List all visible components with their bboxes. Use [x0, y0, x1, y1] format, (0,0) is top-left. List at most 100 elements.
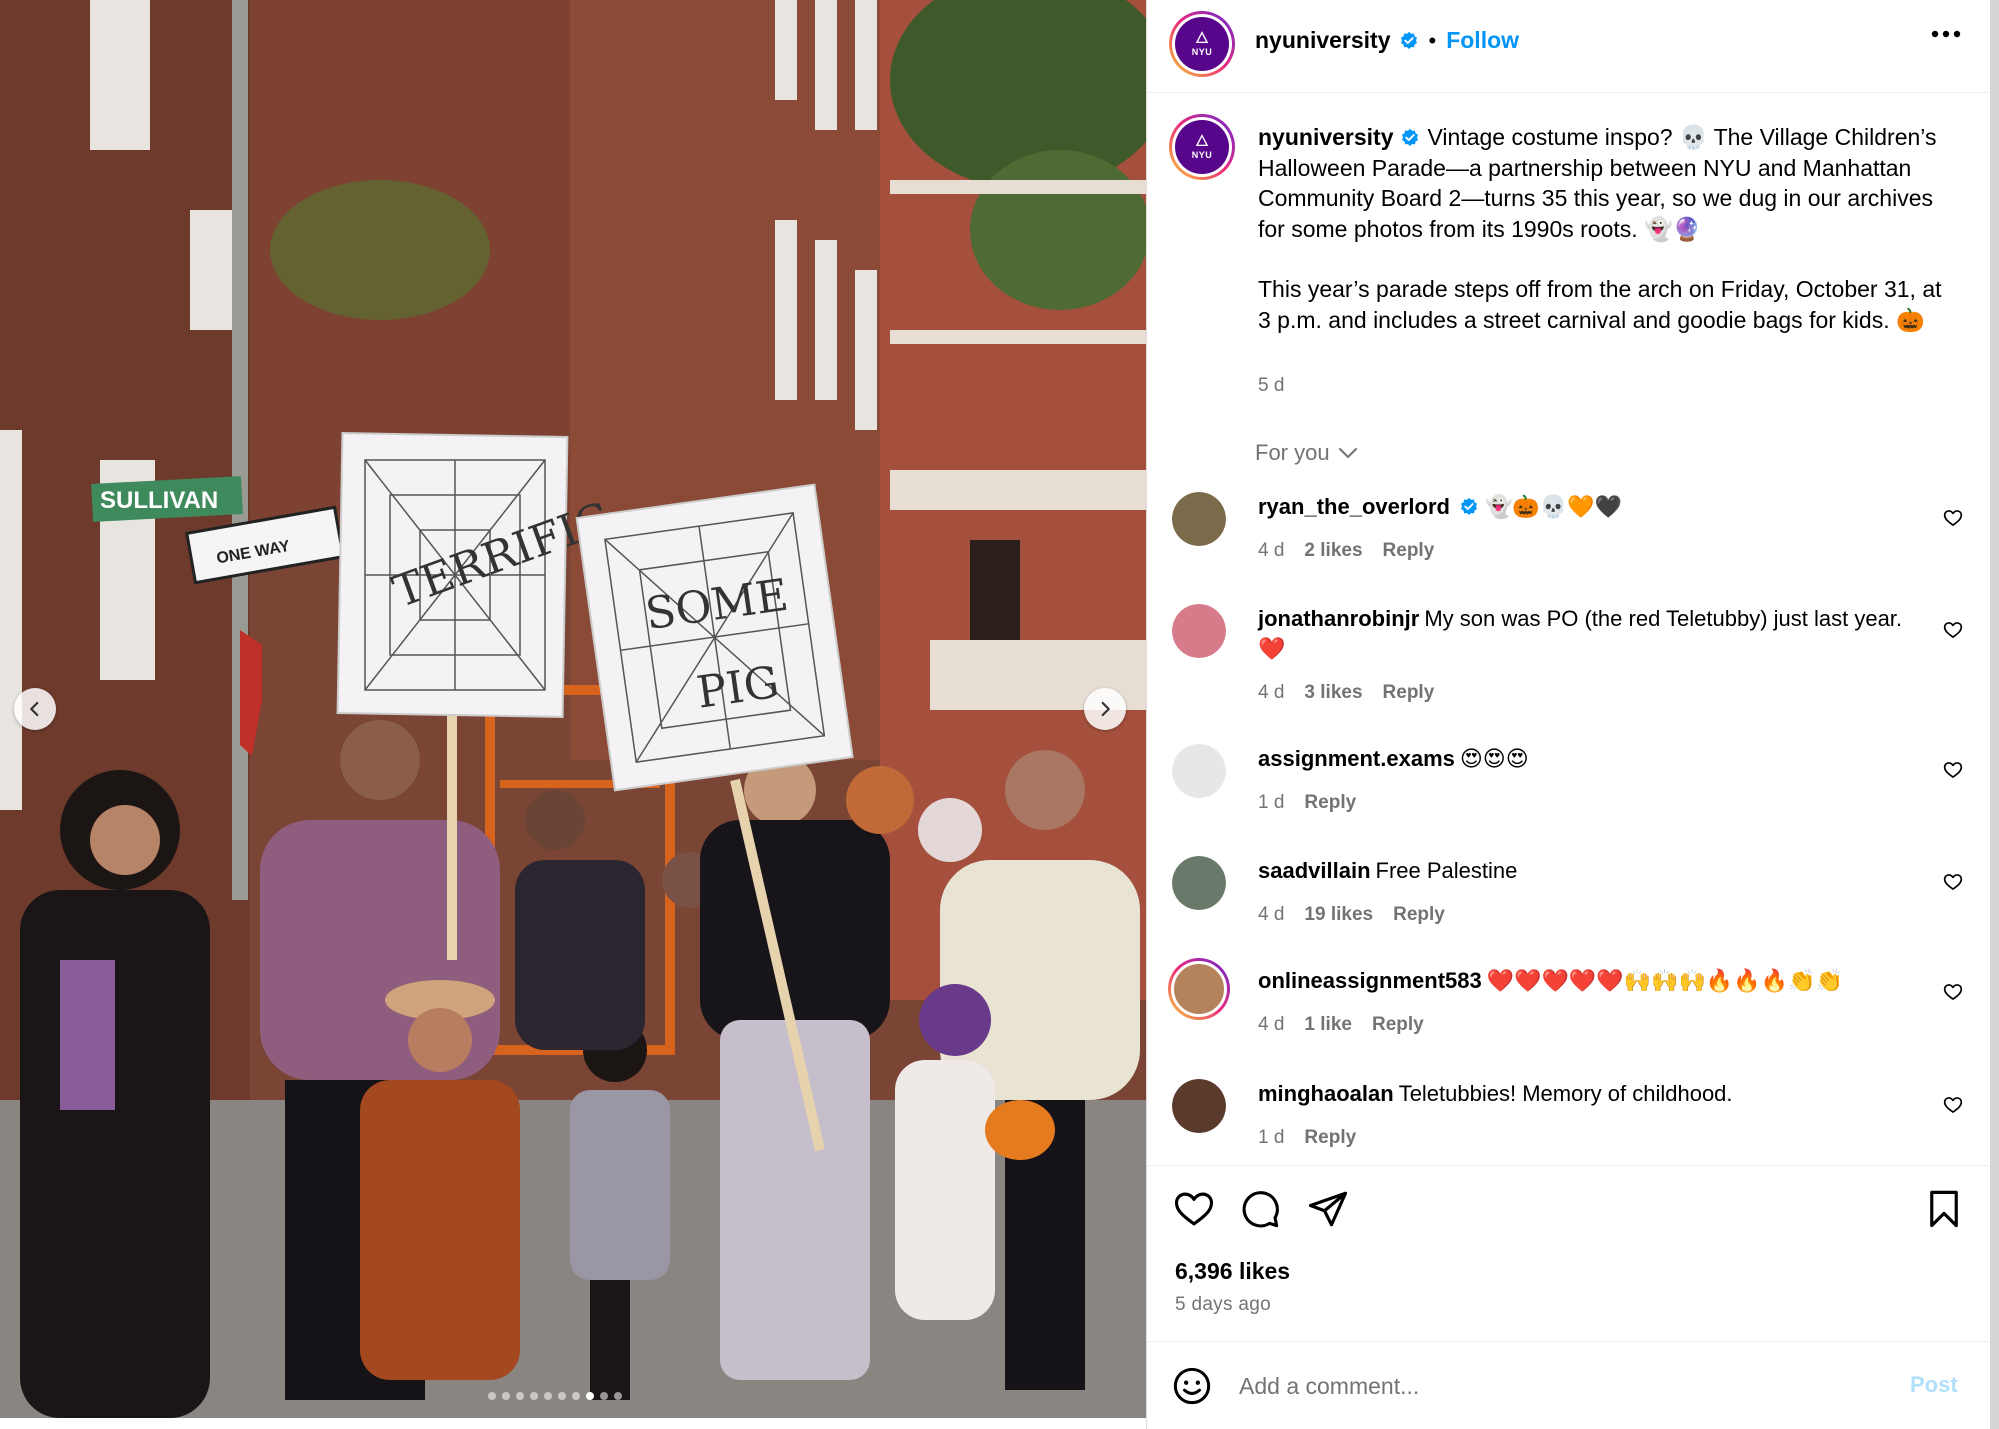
caption-timestamp[interactable]: 5 d: [1258, 375, 1284, 397]
torch-icon: 🜂: [1195, 133, 1209, 150]
commenter-avatar[interactable]: [1172, 856, 1226, 910]
comment-meta: 4 d 2 likes Reply: [1258, 540, 1434, 562]
caption-text: nyuniversity Vintage costume inspo? 💀 Th…: [1258, 122, 1958, 335]
comment-meta: 1 d Reply: [1258, 1127, 1356, 1149]
comment-meta: 4 d 19 likes Reply: [1258, 904, 1445, 926]
parade-photo-illustration: SULLIVAN ONE WAY TERRIFIC SOME PIG: [0, 0, 1146, 1418]
reply-button[interactable]: Reply: [1372, 1014, 1424, 1036]
comment-likes[interactable]: 2 likes: [1304, 540, 1362, 562]
comment-composer: Post: [1147, 1341, 1989, 1429]
heart-icon[interactable]: [1173, 1188, 1215, 1230]
author-username[interactable]: nyuniversity: [1255, 27, 1391, 54]
comment-body: assignment.exams 😍😍😍: [1258, 744, 1918, 774]
carousel-dot: [586, 1392, 594, 1400]
post-header: 🜂 NYU nyuniversity • Follow: [1147, 0, 1989, 93]
post-photo[interactable]: SULLIVAN ONE WAY TERRIFIC SOME PIG: [0, 0, 1146, 1418]
post-date[interactable]: 5 days ago: [1175, 1294, 1271, 1316]
commenter-username[interactable]: minghaoalan: [1258, 1081, 1394, 1106]
comment-sort-label: For you: [1255, 440, 1330, 465]
carousel-dot: [488, 1392, 496, 1400]
reply-button[interactable]: Reply: [1383, 540, 1435, 562]
comment-body: jonathanrobinjr My son was PO (the red Te…: [1258, 604, 1918, 664]
carousel-dot: [614, 1392, 622, 1400]
comment-text: Teletubbies! Memory of childhood.: [1398, 1081, 1733, 1106]
comment-time[interactable]: 4 d: [1258, 904, 1284, 926]
bookmark-icon[interactable]: [1923, 1188, 1965, 1230]
comment-likes[interactable]: 1 like: [1304, 1014, 1352, 1036]
commenter-avatar[interactable]: [1172, 1079, 1226, 1133]
comment-time[interactable]: 4 d: [1258, 540, 1284, 562]
comment-icon[interactable]: [1239, 1188, 1281, 1230]
carousel-dot: [572, 1392, 580, 1400]
comment-time[interactable]: 4 d: [1258, 1014, 1284, 1036]
torch-icon: 🜂: [1195, 30, 1209, 47]
follow-button[interactable]: Follow: [1446, 27, 1519, 54]
carousel-dot: [516, 1392, 524, 1400]
caption-author-avatar[interactable]: 🜂 NYU: [1169, 114, 1235, 180]
carousel-dot: [530, 1392, 538, 1400]
comment-meta: 4 d 3 likes Reply: [1258, 682, 1434, 704]
reply-button[interactable]: Reply: [1304, 792, 1356, 814]
more-icon[interactable]: [1931, 30, 1961, 38]
caption-paragraph-2: This year’s parade steps off from the ar…: [1258, 276, 1942, 333]
caption-username[interactable]: nyuniversity: [1258, 124, 1394, 150]
carousel-dot: [600, 1392, 608, 1400]
comment-input[interactable]: [1239, 1366, 1839, 1406]
comment-meta: 4 d 1 like Reply: [1258, 1014, 1424, 1036]
carousel-dot: [502, 1392, 510, 1400]
share-icon[interactable]: [1307, 1188, 1349, 1230]
comment-heart-icon[interactable]: [1943, 1095, 1963, 1115]
commenter-username[interactable]: saadvillain: [1258, 858, 1371, 883]
carousel-dot: [544, 1392, 552, 1400]
verified-icon: [1460, 497, 1477, 515]
commenter-username[interactable]: assignment.exams: [1258, 746, 1455, 771]
header-separator: •: [1428, 27, 1437, 53]
comment-text: 😍😍😍: [1459, 746, 1529, 771]
comment-time[interactable]: 1 d: [1258, 1127, 1284, 1149]
post-comment-button[interactable]: Post: [1910, 1372, 1958, 1398]
commenter-username[interactable]: onlineassignment583: [1258, 968, 1482, 993]
carousel-indicator: [488, 1392, 622, 1400]
next-photo-button[interactable]: [1084, 688, 1126, 730]
post-sidebar: 🜂 NYU nyuniversity • Follow 🜂 NYU nyuniver…: [1146, 0, 1999, 1429]
like-count[interactable]: 6,396 likes: [1175, 1258, 1290, 1285]
comment-meta: 1 d Reply: [1258, 792, 1356, 814]
comment-likes[interactable]: 3 likes: [1304, 682, 1362, 704]
comment-likes[interactable]: 19 likes: [1304, 904, 1373, 926]
window-edge: [1990, 0, 1999, 1429]
reply-button[interactable]: Reply: [1304, 1127, 1356, 1149]
author-avatar[interactable]: 🜂 NYU: [1169, 11, 1235, 77]
comment-text: 👻🎃💀🧡🖤: [1484, 494, 1622, 519]
avatar-logo-text: NYU: [1191, 47, 1213, 57]
commenter-avatar[interactable]: [1168, 958, 1230, 1020]
comment-heart-icon[interactable]: [1943, 508, 1963, 528]
comment-body: saadvillain Free Palestine: [1258, 856, 1918, 886]
commenter-avatar[interactable]: [1172, 492, 1226, 546]
avatar-logo-text: NYU: [1191, 150, 1213, 160]
comment-body: minghaoalan Teletubbies! Memory of childh…: [1258, 1079, 1918, 1109]
comment-sort-dropdown[interactable]: For you: [1255, 440, 1358, 466]
comment-time[interactable]: 4 d: [1258, 682, 1284, 704]
commenter-username[interactable]: jonathanrobinjr: [1258, 606, 1419, 631]
commenter-avatar[interactable]: [1172, 604, 1226, 658]
comment-body: ryan_the_overlord 👻🎃💀🧡🖤: [1258, 492, 1918, 522]
reply-button[interactable]: Reply: [1393, 904, 1445, 926]
emoji-icon[interactable]: [1172, 1366, 1212, 1406]
comment-time[interactable]: 1 d: [1258, 792, 1284, 814]
reply-button[interactable]: Reply: [1383, 682, 1435, 704]
comment-heart-icon[interactable]: [1943, 760, 1963, 780]
comment-heart-icon[interactable]: [1943, 620, 1963, 640]
comment-text: ❤️❤️❤️❤️❤️🙌🙌🙌🔥🔥🔥👏👏: [1486, 968, 1843, 993]
chevron-left-icon: [30, 701, 39, 717]
verified-icon: [1400, 31, 1417, 49]
street-sign-text: SULLIVAN: [100, 487, 218, 514]
sign-some-pig: SOME PIG: [575, 483, 854, 792]
verified-icon: [1401, 128, 1418, 146]
post-actions: 6,396 likes 5 days ago: [1147, 1165, 1989, 1365]
comment-heart-icon[interactable]: [1943, 872, 1963, 892]
comment-heart-icon[interactable]: [1943, 982, 1963, 1002]
commenter-username[interactable]: ryan_the_overlord: [1258, 494, 1450, 519]
chevron-down-icon: [1338, 448, 1357, 458]
previous-photo-button[interactable]: [14, 688, 56, 730]
commenter-avatar[interactable]: [1172, 744, 1226, 798]
